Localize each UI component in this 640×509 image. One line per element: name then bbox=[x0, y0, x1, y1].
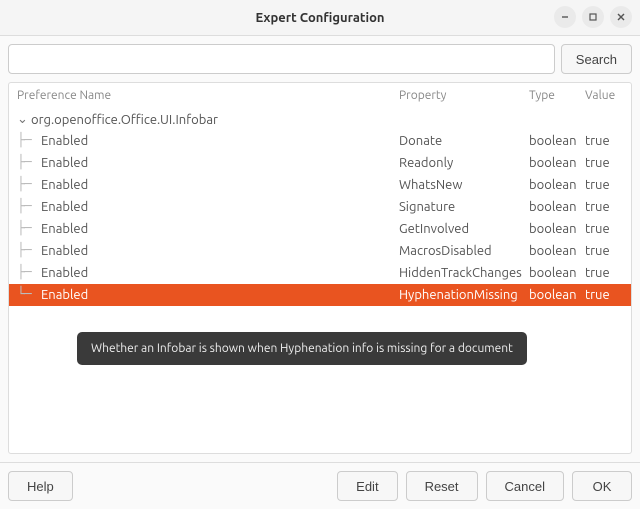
row-type: boolean bbox=[529, 286, 585, 304]
row-property: Signature bbox=[399, 198, 529, 216]
close-button[interactable] bbox=[610, 6, 632, 28]
row-name: Enabled bbox=[41, 198, 399, 216]
tree-group[interactable]: ⌄org.openoffice.Office.UI.Infobar bbox=[9, 109, 631, 130]
row-property: WhatsNew bbox=[399, 176, 529, 194]
searchbar: Search bbox=[8, 44, 632, 74]
tree-branch-icon: ├─ bbox=[17, 154, 41, 172]
col-header-type[interactable]: Type bbox=[529, 89, 585, 102]
search-button[interactable]: Search bbox=[561, 44, 632, 74]
col-header-value[interactable]: Value bbox=[585, 89, 625, 102]
row-name: Enabled bbox=[41, 286, 399, 304]
table-row[interactable]: ├─EnabledWhatsNewbooleantrue bbox=[9, 174, 631, 196]
tree-branch-icon: ├─ bbox=[17, 176, 41, 194]
search-input[interactable] bbox=[8, 44, 555, 74]
row-name: Enabled bbox=[41, 132, 399, 150]
row-property: MacrosDisabled bbox=[399, 242, 529, 260]
row-value: true bbox=[585, 286, 625, 304]
ok-button[interactable]: OK bbox=[572, 471, 632, 501]
tree-branch-icon: ├─ bbox=[17, 220, 41, 238]
tree-branch-icon: ├─ bbox=[17, 242, 41, 260]
reset-button[interactable]: Reset bbox=[406, 471, 478, 501]
row-value: true bbox=[585, 132, 625, 150]
tooltip-text: Whether an Infobar is shown when Hyphena… bbox=[91, 342, 513, 355]
row-tooltip: Whether an Infobar is shown when Hyphena… bbox=[77, 332, 527, 365]
footer-spacer bbox=[81, 471, 329, 501]
help-button[interactable]: Help bbox=[8, 471, 73, 501]
row-type: boolean bbox=[529, 154, 585, 172]
close-icon bbox=[616, 12, 626, 22]
row-property: Readonly bbox=[399, 154, 529, 172]
col-header-property[interactable]: Property bbox=[399, 89, 529, 102]
minimize-icon bbox=[560, 12, 570, 22]
table-row[interactable]: ├─EnabledSignaturebooleantrue bbox=[9, 196, 631, 218]
row-type: boolean bbox=[529, 198, 585, 216]
window-buttons bbox=[554, 6, 632, 28]
table-row[interactable]: ├─EnabledDonatebooleantrue bbox=[9, 130, 631, 152]
row-property: GetInvolved bbox=[399, 220, 529, 238]
preferences-table: Preference Name Property Type Value ⌄org… bbox=[8, 82, 632, 454]
row-value: true bbox=[585, 264, 625, 282]
row-value: true bbox=[585, 154, 625, 172]
table-row[interactable]: ├─EnabledMacrosDisabledbooleantrue bbox=[9, 240, 631, 262]
table-body: ⌄org.openoffice.Office.UI.Infobar├─Enabl… bbox=[9, 109, 631, 453]
tree-branch-icon: ├─ bbox=[17, 132, 41, 150]
row-type: boolean bbox=[529, 132, 585, 150]
edit-button[interactable]: Edit bbox=[337, 471, 397, 501]
row-property: Donate bbox=[399, 132, 529, 150]
tree-branch-icon: ├─ bbox=[17, 198, 41, 216]
titlebar: Expert Configuration bbox=[0, 0, 640, 36]
maximize-icon bbox=[588, 12, 598, 22]
row-type: boolean bbox=[529, 176, 585, 194]
chevron-down-icon: ⌄ bbox=[17, 112, 29, 127]
tree-branch-icon: ├─ bbox=[17, 264, 41, 282]
content-area: Search Preference Name Property Type Val… bbox=[0, 36, 640, 462]
row-value: true bbox=[585, 176, 625, 194]
footer: Help Edit Reset Cancel OK bbox=[0, 462, 640, 509]
table-row[interactable]: ├─EnabledReadonlybooleantrue bbox=[9, 152, 631, 174]
window-title: Expert Configuration bbox=[255, 11, 384, 25]
table-header: Preference Name Property Type Value bbox=[9, 83, 631, 109]
row-value: true bbox=[585, 242, 625, 260]
minimize-button[interactable] bbox=[554, 6, 576, 28]
row-name: Enabled bbox=[41, 264, 399, 282]
row-type: boolean bbox=[529, 264, 585, 282]
maximize-button[interactable] bbox=[582, 6, 604, 28]
tree-branch-icon: └─ bbox=[17, 286, 41, 304]
table-row[interactable]: └─EnabledHyphenationMissingbooleantrue bbox=[9, 284, 631, 306]
row-type: boolean bbox=[529, 242, 585, 260]
row-name: Enabled bbox=[41, 220, 399, 238]
cancel-button[interactable]: Cancel bbox=[486, 471, 564, 501]
group-path: org.openoffice.Office.UI.Infobar bbox=[31, 113, 218, 127]
row-value: true bbox=[585, 220, 625, 238]
table-row[interactable]: ├─EnabledHiddenTrackChangesbooleantrue bbox=[9, 262, 631, 284]
col-header-name[interactable]: Preference Name bbox=[17, 89, 399, 102]
row-name: Enabled bbox=[41, 242, 399, 260]
row-name: Enabled bbox=[41, 154, 399, 172]
table-row[interactable]: ├─EnabledGetInvolvedbooleantrue bbox=[9, 218, 631, 240]
row-property: HyphenationMissing bbox=[399, 286, 529, 304]
row-value: true bbox=[585, 198, 625, 216]
row-name: Enabled bbox=[41, 176, 399, 194]
row-property: HiddenTrackChanges bbox=[399, 264, 529, 282]
row-type: boolean bbox=[529, 220, 585, 238]
